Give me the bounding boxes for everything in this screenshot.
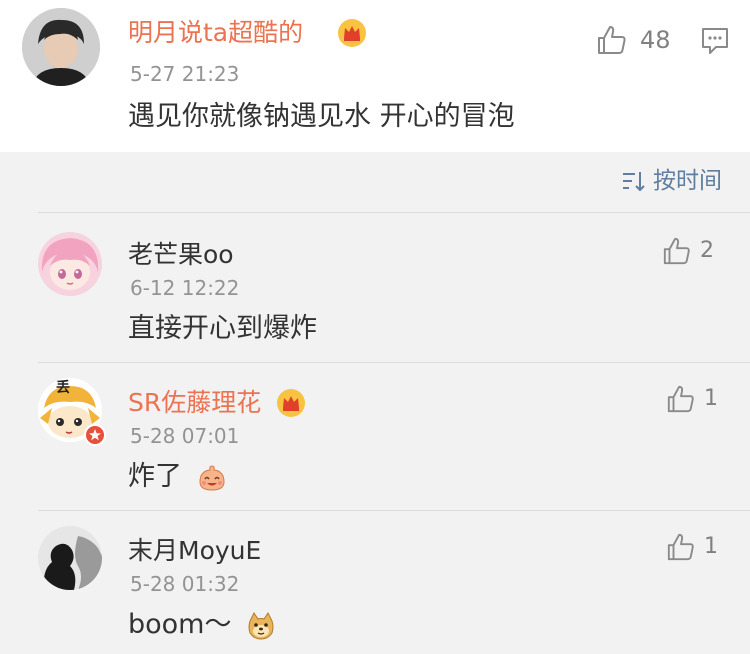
smiling-blob-emoji <box>199 464 225 491</box>
avatar[interactable] <box>22 8 100 86</box>
sort-order-icon <box>623 172 645 192</box>
avatar-label: 丢 <box>56 380 70 396</box>
reply-like-button[interactable]: 2 <box>662 236 714 266</box>
main-time: 5-27 21:23 <box>130 62 240 86</box>
reply-content-text: boom～ <box>128 609 232 640</box>
reply-username[interactable]: 末月MoyuE <box>128 536 261 566</box>
avatar[interactable] <box>38 526 102 590</box>
main-like-button[interactable]: 48 <box>596 24 671 56</box>
verified-badge-icon <box>84 424 106 446</box>
divider <box>38 510 750 511</box>
thumbs-up-icon <box>667 385 694 413</box>
reply-content-text: 炸了 <box>128 461 182 492</box>
reply-username[interactable]: 老芒果oo <box>128 240 234 270</box>
thumbs-up-icon <box>667 533 694 561</box>
reply-content: 直接开心到爆炸 <box>128 313 317 344</box>
reply-time: 6-12 12:22 <box>130 276 240 300</box>
main-username[interactable]: 明月说ta超酷的 <box>128 18 303 48</box>
sort-by-time-button[interactable]: 按时间 <box>621 166 722 196</box>
reply-like-button[interactable]: 1 <box>666 532 718 562</box>
reply-like-count: 1 <box>704 534 718 559</box>
main-content: 遇见你就像钠遇见水 开心的冒泡 <box>128 101 515 132</box>
divider <box>38 362 750 363</box>
avatar-photo-icon <box>22 8 100 86</box>
replies-section <box>0 152 750 654</box>
reply-content: boom～ <box>128 608 276 642</box>
thumbs-up-icon <box>663 237 690 265</box>
crown-badge-icon <box>277 389 305 417</box>
divider <box>38 212 750 213</box>
reply-content: 炸了 <box>128 460 227 494</box>
reply-like-count: 2 <box>700 238 714 263</box>
thumbs-up-icon <box>598 26 626 54</box>
main-like-count: 48 <box>640 26 671 54</box>
reply-time: 5-28 01:32 <box>130 572 240 596</box>
reply-username[interactable]: SR佐藤理花 <box>128 388 261 418</box>
reply-time: 5-28 07:01 <box>130 424 240 448</box>
sort-label: 按时间 <box>653 168 722 194</box>
silhouette-avatar-icon <box>38 526 102 590</box>
crown-badge-icon <box>338 19 366 47</box>
reply-like-button[interactable]: 1 <box>666 384 718 414</box>
avatar[interactable]: 丢 <box>38 378 106 446</box>
anime-girl-avatar-icon <box>38 232 102 296</box>
main-comment: 明月说ta超酷的 5-27 21:23 遇见你就像钠遇见水 开心的冒泡 48 <box>0 0 750 152</box>
reply-like-count: 1 <box>704 386 718 411</box>
avatar[interactable] <box>38 232 102 296</box>
doge-emoji <box>248 611 274 640</box>
comment-bubble-icon[interactable] <box>700 26 730 56</box>
